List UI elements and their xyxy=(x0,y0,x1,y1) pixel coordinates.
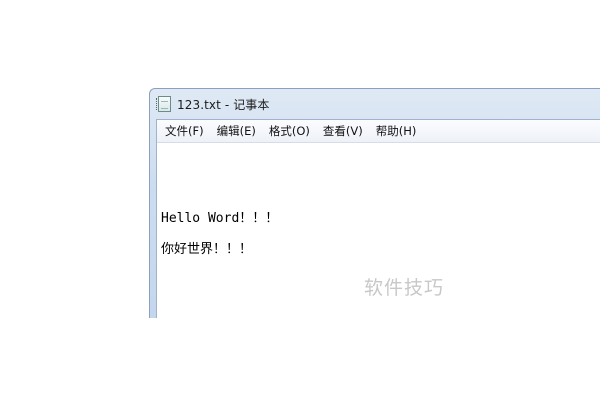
menu-file[interactable]: 文件(F) xyxy=(159,121,210,141)
screenshot-stage: 123.txt - 记事本 文件(F) 编辑(E) 格式(O) 查看(V) 帮助… xyxy=(0,0,600,400)
editor-line: 你好世界！！！ xyxy=(161,242,253,257)
watermark: 软件技巧 xyxy=(364,277,445,299)
menu-bar: 文件(F) 编辑(E) 格式(O) 查看(V) 帮助(H) xyxy=(157,120,600,143)
title-bar[interactable]: 123.txt - 记事本 xyxy=(150,89,600,119)
menu-format[interactable]: 格式(O) xyxy=(263,121,316,141)
menu-view[interactable]: 查看(V) xyxy=(317,121,369,141)
menu-help[interactable]: 帮助(H) xyxy=(370,121,423,141)
window-title: 123.txt - 记事本 xyxy=(177,97,270,112)
notepad-document-icon[interactable] xyxy=(156,96,171,112)
menu-edit[interactable]: 编辑(E) xyxy=(211,121,262,141)
editor-line: Hello Word！！！ xyxy=(161,211,279,226)
